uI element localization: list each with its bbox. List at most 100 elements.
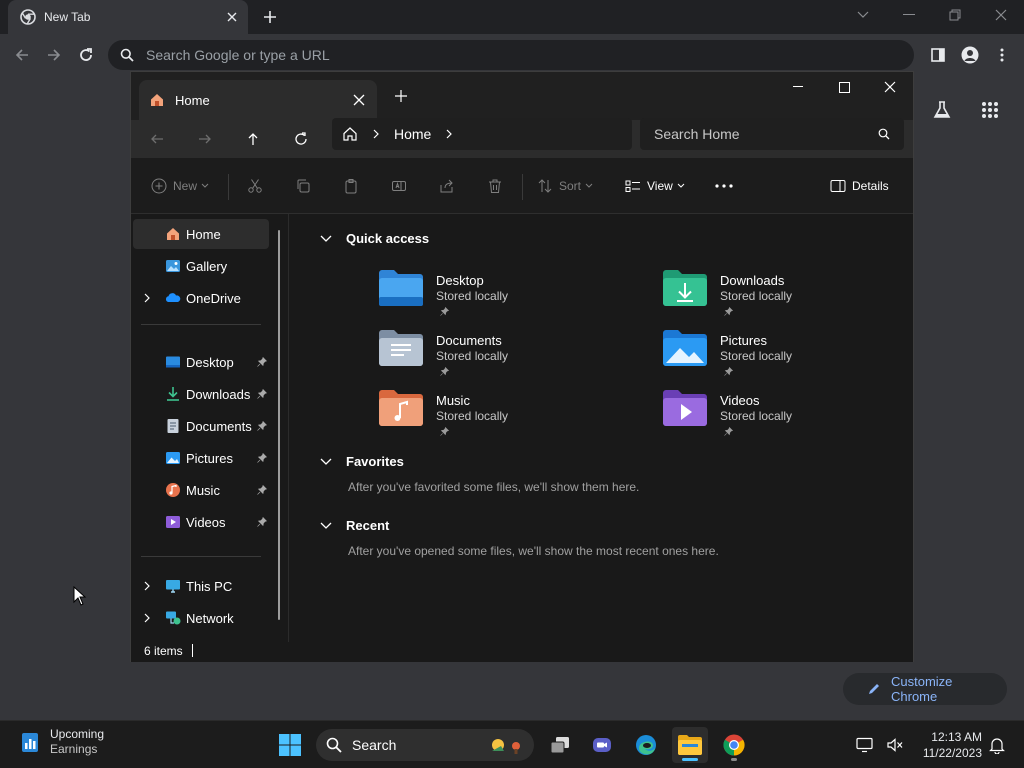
omnibox[interactable]: Search Google or type a URL — [108, 40, 914, 70]
collapse-chevron-icon[interactable] — [320, 458, 332, 466]
chrome-tab-new-tab[interactable]: New Tab — [8, 0, 248, 34]
more-options-button[interactable] — [715, 172, 733, 200]
customize-chrome-button[interactable]: Customize Chrome — [843, 673, 1007, 705]
expand-chevron-icon[interactable] — [143, 613, 151, 623]
more-menu-icon[interactable] — [988, 41, 1016, 69]
up-arrow-icon[interactable] — [238, 125, 268, 153]
item-name: Desktop — [436, 273, 484, 288]
quick-access-item-documents[interactable]: Documents Stored locally — [378, 329, 598, 389]
back-arrow-icon[interactable] — [142, 125, 172, 153]
side-panel-icon[interactable] — [924, 41, 952, 69]
teams-chat-button[interactable] — [584, 727, 620, 763]
quick-access-item-music[interactable]: Music Stored locally — [378, 389, 598, 449]
expand-chevron-icon[interactable] — [143, 293, 151, 303]
collapse-chevron-icon[interactable] — [320, 522, 332, 530]
chrome-browser-button[interactable] — [716, 727, 752, 763]
clock[interactable]: 12:13 AM 11/22/2023 — [916, 729, 982, 761]
breadcrumb-chevron-icon[interactable] — [372, 129, 380, 139]
display-tray-button[interactable] — [852, 727, 878, 763]
taskbar: Upcoming Earnings Search 12:13 AM 11/22/… — [0, 720, 1024, 768]
sidebar-scrollbar[interactable] — [278, 230, 280, 620]
network-volume-tray-button[interactable] — [882, 727, 908, 763]
pin-icon[interactable] — [257, 453, 267, 463]
pin-icon[interactable] — [257, 389, 267, 399]
close-window-icon[interactable] — [978, 0, 1024, 30]
sidebar-item-downloads[interactable]: Downloads — [133, 379, 269, 409]
forward-arrow-icon[interactable] — [190, 125, 220, 153]
pin-icon[interactable] — [257, 517, 267, 527]
google-apps-grid-icon[interactable] — [976, 96, 1004, 124]
pin-icon[interactable] — [257, 357, 267, 367]
restore-icon[interactable] — [932, 0, 978, 30]
pin-icon[interactable] — [257, 485, 267, 495]
rename-button[interactable] — [391, 172, 407, 200]
profile-icon[interactable] — [956, 41, 984, 69]
explorer-new-tab-button[interactable] — [389, 84, 413, 108]
sidebar-item-pictures[interactable]: Pictures — [133, 443, 269, 473]
edge-browser-button[interactable] — [628, 727, 664, 763]
sidebar-item-network[interactable]: Network — [133, 603, 269, 633]
item-name: Documents — [436, 333, 502, 348]
sidebar-item-desktop[interactable]: Desktop — [133, 347, 269, 377]
close-window-icon[interactable] — [867, 72, 913, 102]
share-button[interactable] — [439, 172, 455, 200]
paste-button[interactable] — [343, 172, 359, 200]
minimize-icon[interactable] — [775, 72, 821, 102]
download-arrow-icon — [165, 386, 181, 402]
pane-divider[interactable] — [288, 214, 289, 642]
pin-icon[interactable] — [257, 421, 267, 431]
minimize-icon[interactable] — [886, 0, 932, 30]
copy-button[interactable] — [295, 172, 311, 200]
section-recent-header[interactable]: Recent — [320, 518, 389, 533]
search-icon — [120, 48, 134, 62]
delete-button[interactable] — [487, 172, 503, 200]
bell-icon — [989, 736, 1005, 754]
sort-button[interactable]: Sort — [537, 172, 593, 200]
sidebar-item-gallery[interactable]: Gallery — [133, 251, 269, 281]
sidebar-item-this-pc[interactable]: This PC — [133, 571, 269, 601]
start-button[interactable] — [272, 727, 308, 763]
notifications-button[interactable] — [984, 727, 1010, 763]
new-button[interactable]: New — [151, 172, 209, 200]
sidebar-label: Downloads — [186, 386, 251, 402]
details-button[interactable]: Details — [830, 172, 893, 200]
maximize-icon[interactable] — [821, 72, 867, 102]
sidebar-item-music[interactable]: Music — [133, 475, 269, 505]
labs-flask-icon[interactable] — [928, 96, 956, 124]
sidebar-item-videos[interactable]: Videos — [133, 507, 269, 537]
expand-chevron-icon[interactable] — [143, 581, 151, 591]
quick-access-item-downloads[interactable]: Downloads Stored locally — [662, 269, 882, 329]
reload-icon[interactable] — [72, 41, 100, 69]
forward-arrow-icon[interactable] — [40, 41, 68, 69]
refresh-icon[interactable] — [286, 125, 316, 153]
address-bar[interactable]: Home — [332, 118, 632, 150]
item-status: Stored locally — [436, 409, 509, 423]
clock-date: 11/22/2023 — [922, 746, 982, 760]
new-tab-button[interactable] — [258, 5, 282, 29]
task-view-button[interactable] — [542, 727, 578, 763]
close-tab-icon[interactable] — [226, 11, 238, 23]
widgets-button[interactable]: Upcoming Earnings — [18, 727, 104, 757]
section-quick-access-header[interactable]: Quick access — [320, 231, 429, 246]
section-title: Quick access — [346, 231, 430, 246]
sidebar-item-documents[interactable]: Documents — [133, 411, 269, 441]
section-favorites-header[interactable]: Favorites — [320, 454, 404, 469]
quick-access-item-desktop[interactable]: Desktop Stored locally — [378, 269, 598, 329]
search-icon — [326, 737, 342, 753]
breadcrumb-chevron-icon[interactable] — [445, 129, 453, 139]
collapse-chevron-icon[interactable] — [320, 235, 332, 243]
tab-search-chevron-icon[interactable] — [840, 0, 886, 30]
quick-access-item-pictures[interactable]: Pictures Stored locally — [662, 329, 882, 389]
explorer-tab-home[interactable]: Home — [139, 80, 377, 120]
taskbar-search-box[interactable]: Search — [316, 729, 534, 761]
sidebar-item-home[interactable]: Home — [133, 219, 269, 249]
file-explorer-button[interactable] — [672, 727, 708, 763]
quick-access-item-videos[interactable]: Videos Stored locally — [662, 389, 882, 449]
breadcrumb-home[interactable]: Home — [394, 126, 431, 142]
search-input[interactable]: Search Home — [640, 118, 904, 150]
view-button[interactable]: View — [625, 172, 685, 200]
back-arrow-icon[interactable] — [8, 41, 36, 69]
sidebar-item-onedrive[interactable]: OneDrive — [133, 283, 269, 313]
close-tab-icon[interactable] — [353, 94, 365, 106]
cut-button[interactable] — [247, 172, 263, 200]
